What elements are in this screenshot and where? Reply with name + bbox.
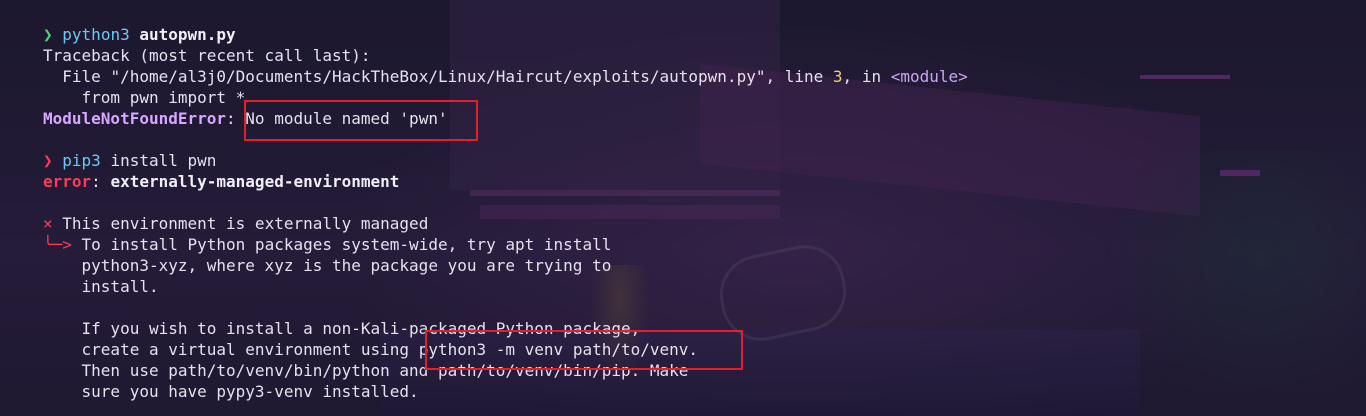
pip-para1-line3: install.: [43, 277, 159, 296]
error-name: ModuleNotFoundError: [43, 109, 227, 128]
pip-error-line: error: externally-managed-environment: [43, 171, 399, 192]
command-name: pip3: [62, 151, 101, 170]
terminal-window[interactable]: ❯ python3 autopwn.py Traceback (most rec…: [0, 0, 1366, 416]
error-colon: :: [226, 109, 246, 128]
pip-error-message: externally-managed-environment: [110, 172, 400, 191]
arrow-icon: ╰─>: [43, 235, 72, 254]
traceback-line-label: , line: [765, 67, 833, 86]
pip-headline-text: This environment is externally managed: [52, 214, 429, 233]
pip-para2-line4: sure you have pypy3-venv installed.: [43, 382, 419, 401]
highlight-box-error: [244, 100, 478, 141]
traceback-header: Traceback (most recent call last):: [43, 46, 371, 65]
pip-para1-text: To install Python packages system-wide, …: [71, 235, 612, 254]
prompt-icon: ❯: [43, 25, 53, 44]
command-line: ❯ python3 autopwn.py: [43, 24, 236, 45]
pip-para2-prefix: create a virtual environment using: [43, 340, 419, 359]
traceback-file-path: "/home/al3j0/Documents/HackTheBox/Linux/…: [110, 67, 766, 86]
pip-para1-line2: python3-xyz, where xyz is the package yo…: [43, 256, 612, 275]
pip-error-colon: :: [91, 172, 111, 191]
traceback-module: <module>: [890, 67, 968, 86]
pip-para1-line1: ╰─> To install Python packages system-wi…: [43, 234, 611, 255]
traceback-source-line: from pwn import *: [43, 88, 246, 107]
cross-icon: ×: [43, 214, 53, 233]
traceback-file-prefix: File: [43, 67, 111, 86]
pip-error-label: error: [43, 172, 92, 191]
command-name: python3: [62, 25, 130, 44]
traceback-in-label: , in: [842, 67, 891, 86]
command-argument: autopwn.py: [139, 25, 236, 44]
command-arguments: install pwn: [100, 151, 217, 170]
command-line: ❯ pip3 install pwn: [43, 150, 216, 171]
pip-headline: × This environment is externally managed: [43, 213, 428, 234]
prompt-icon: ❯: [43, 151, 53, 170]
traceback-line-number: 3: [832, 67, 843, 86]
highlight-box-venv: [425, 330, 743, 370]
traceback-file-line: File "/home/al3j0/Documents/HackTheBox/L…: [43, 66, 968, 87]
